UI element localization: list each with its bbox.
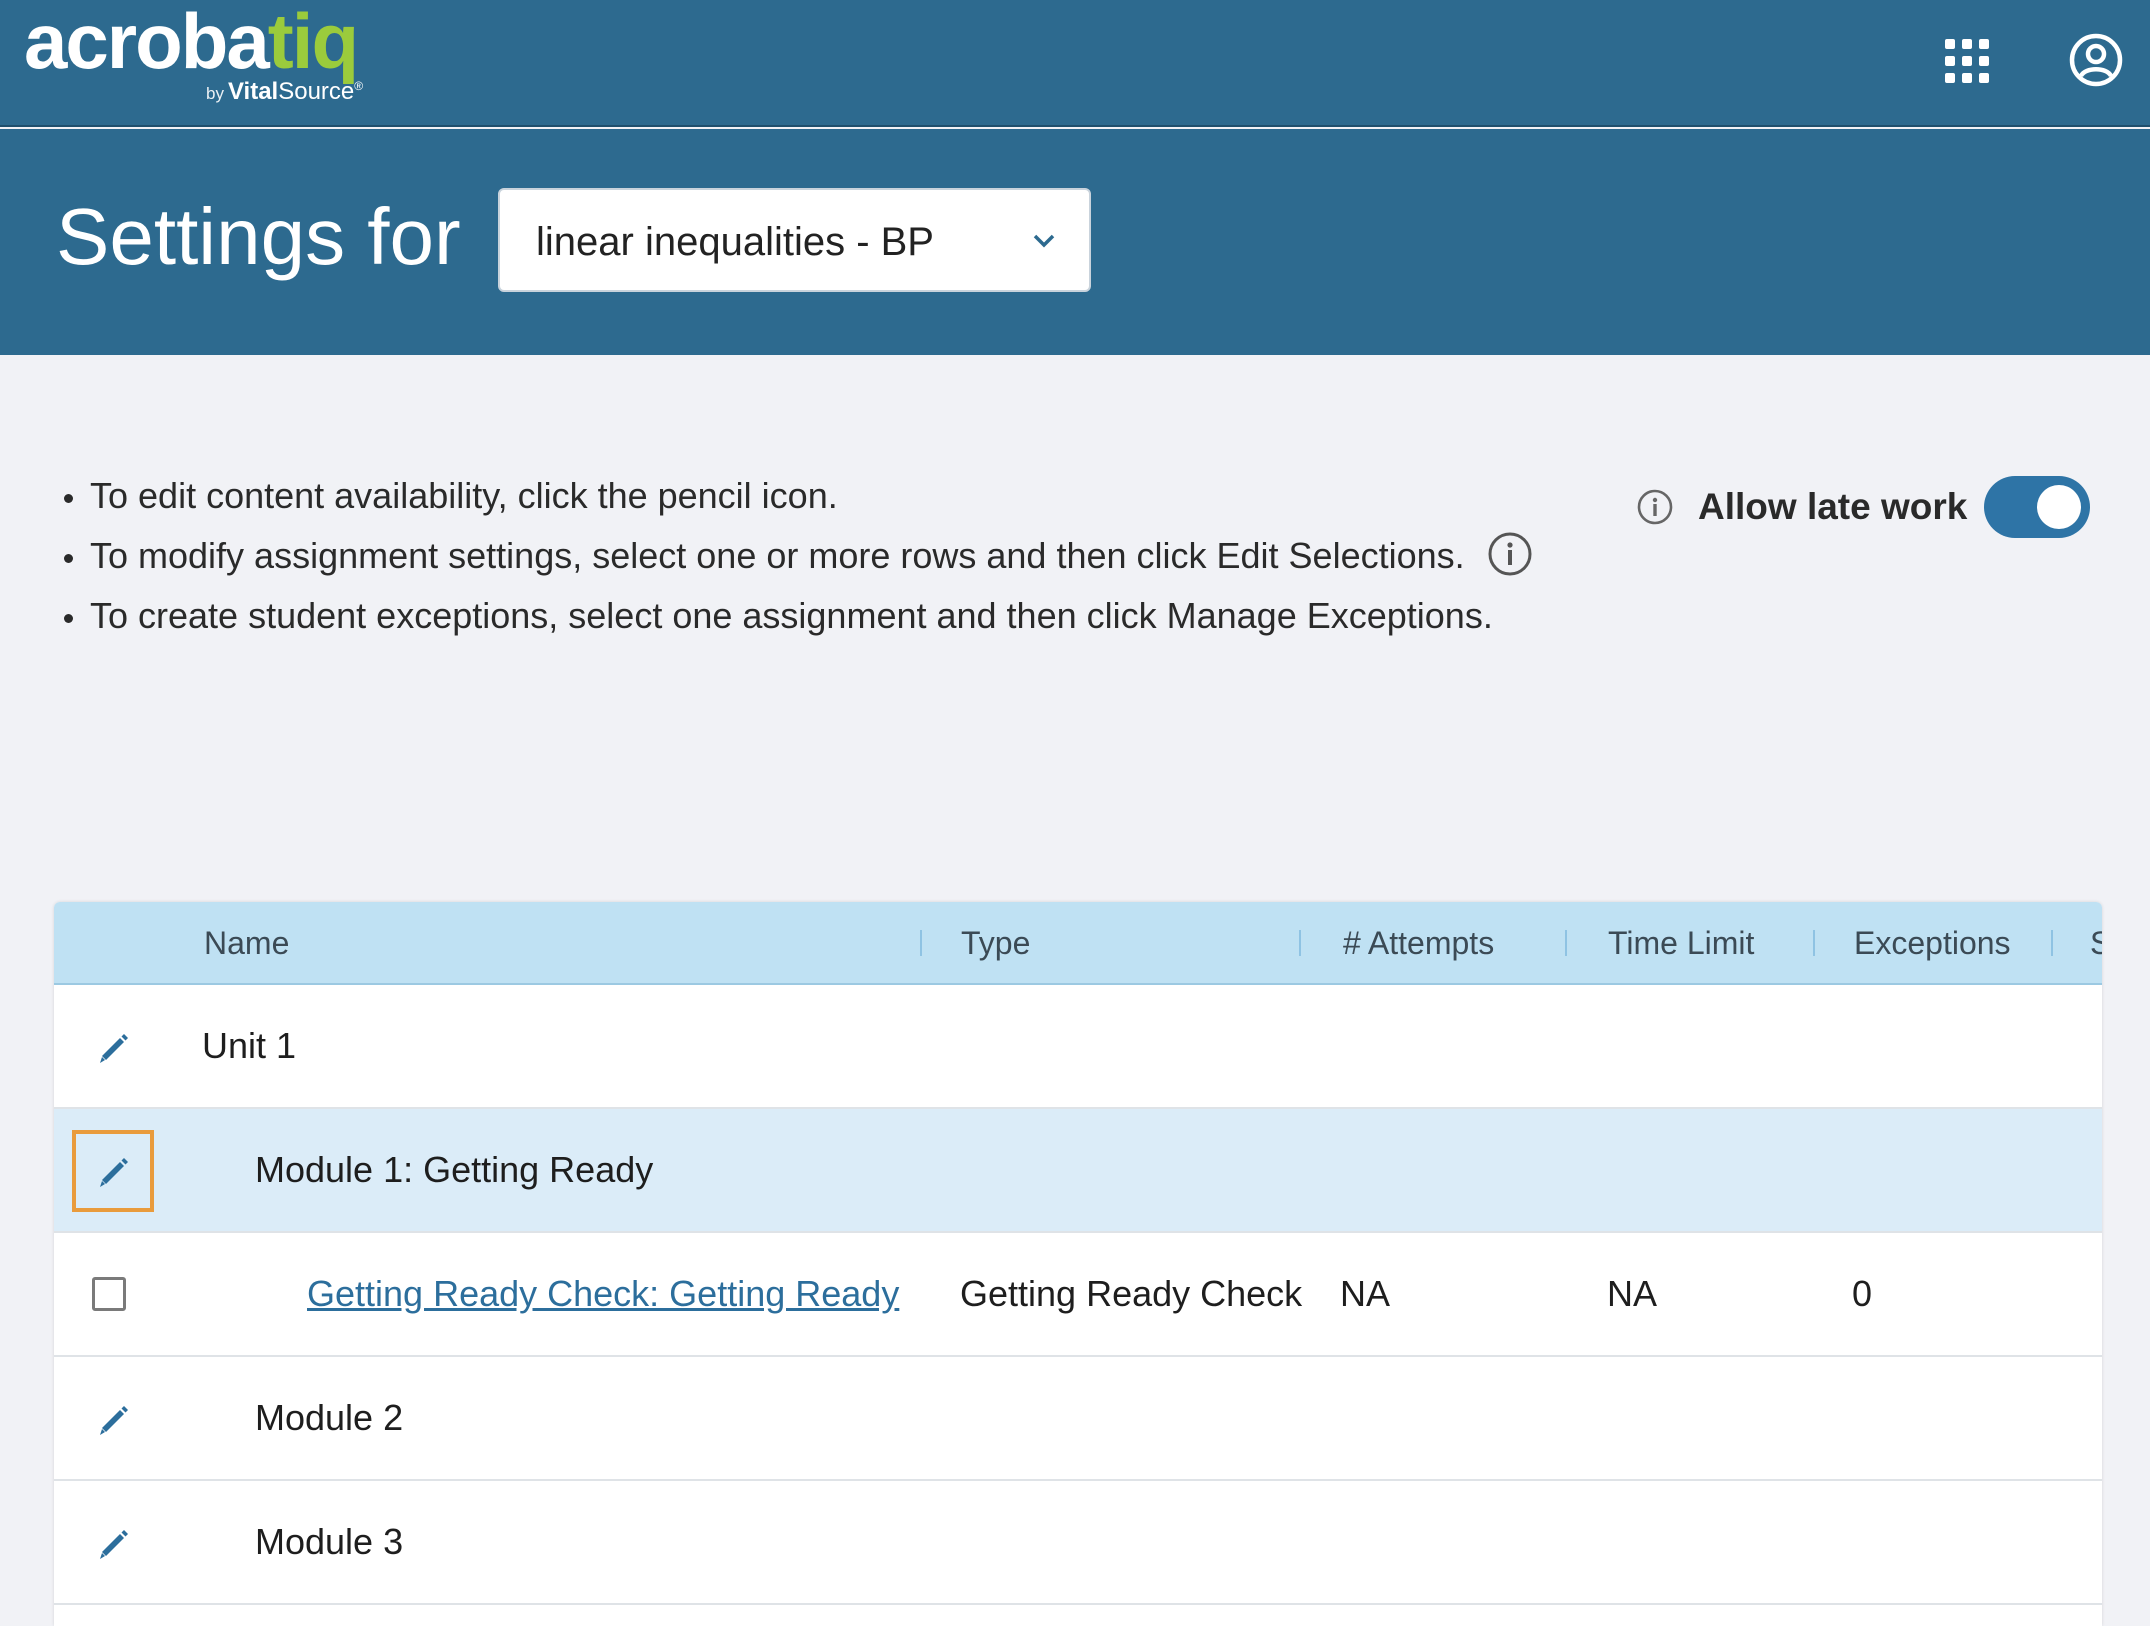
account-circle-icon[interactable] bbox=[2068, 32, 2124, 88]
logo-wordmark: acrobatiq bbox=[24, 0, 359, 85]
assignments-table: Name Type # Attempts Time Limit Exceptio… bbox=[54, 902, 2102, 1626]
table-header: Name Type # Attempts Time Limit Exceptio… bbox=[54, 902, 2102, 985]
column-resize-handle[interactable] bbox=[1813, 930, 1815, 956]
row-name: Module 3 bbox=[255, 1521, 404, 1562]
row-name: Module 1: Getting Ready bbox=[255, 1149, 654, 1190]
row-name: Module 2 bbox=[255, 1397, 404, 1438]
allow-late-work-setting: Allow late work bbox=[1636, 476, 2116, 538]
instruction-item: To modify assignment settings, select on… bbox=[56, 526, 1556, 586]
row-time-limit: NA bbox=[1607, 1273, 1658, 1314]
instruction-item: To create student exceptions, select one… bbox=[56, 586, 1556, 646]
column-header-time-limit[interactable]: Time Limit bbox=[1608, 902, 1754, 985]
table-row-module-2: Module 2 bbox=[54, 1357, 2102, 1481]
pencil-icon[interactable] bbox=[72, 1130, 154, 1212]
pencil-icon[interactable] bbox=[72, 1378, 154, 1460]
column-header-name[interactable]: Name bbox=[204, 902, 289, 985]
logo-byline: by VitalSource® bbox=[206, 78, 364, 105]
apps-grid-icon[interactable] bbox=[1942, 36, 1990, 84]
column-header-exceptions[interactable]: Exceptions bbox=[1854, 902, 2011, 985]
column-header-type[interactable]: Type bbox=[961, 902, 1030, 985]
column-resize-handle[interactable] bbox=[2051, 930, 2053, 956]
table-row-assignment[interactable]: Getting Ready Check: Getting Ready Getti… bbox=[54, 1233, 2102, 1357]
allow-late-work-toggle[interactable] bbox=[1984, 476, 2090, 538]
row-exceptions: 0 bbox=[1852, 1273, 1873, 1314]
course-select-value: linear inequalities - BP bbox=[536, 220, 934, 264]
row-select-checkbox[interactable] bbox=[92, 1277, 126, 1311]
instructions-list: To edit content availability, click the … bbox=[56, 466, 1556, 646]
column-resize-handle[interactable] bbox=[1565, 930, 1567, 956]
page-title: Settings for bbox=[56, 192, 461, 281]
row-attempts: NA bbox=[1340, 1273, 1391, 1314]
info-icon[interactable] bbox=[1487, 531, 1533, 577]
toggle-knob bbox=[2037, 485, 2081, 529]
table-row-module-3: Module 3 bbox=[54, 1481, 2102, 1605]
acrobatiq-logo[interactable]: acrobatiq by VitalSource® bbox=[24, 0, 384, 120]
table-row-module-1: Module 1: Getting Ready bbox=[54, 1109, 2102, 1233]
info-icon[interactable] bbox=[1636, 488, 1674, 526]
top-app-bar: acrobatiq by VitalSource® bbox=[0, 0, 2150, 127]
assignment-link[interactable]: Getting Ready Check: Getting Ready bbox=[307, 1233, 899, 1355]
course-select-dropdown[interactable]: linear inequalities - BP bbox=[498, 188, 1091, 292]
pencil-icon[interactable] bbox=[72, 1006, 154, 1088]
column-resize-handle[interactable] bbox=[920, 930, 922, 956]
column-header-attempts[interactable]: # Attempts bbox=[1343, 902, 1494, 985]
column-resize-handle[interactable] bbox=[1299, 930, 1301, 956]
allow-late-work-label: Allow late work bbox=[1698, 486, 1968, 527]
pencil-icon[interactable] bbox=[72, 1502, 154, 1584]
row-name: Unit 1 bbox=[202, 1025, 297, 1066]
table-row-unit-1: Unit 1 bbox=[54, 985, 2102, 1109]
column-header-truncated[interactable]: S bbox=[2090, 902, 2102, 985]
row-type: Getting Ready Check bbox=[960, 1273, 1303, 1314]
chevron-down-icon bbox=[1030, 226, 1058, 254]
instruction-item: To edit content availability, click the … bbox=[56, 466, 1556, 526]
settings-header: Settings for linear inequalities - BP bbox=[0, 129, 2150, 355]
